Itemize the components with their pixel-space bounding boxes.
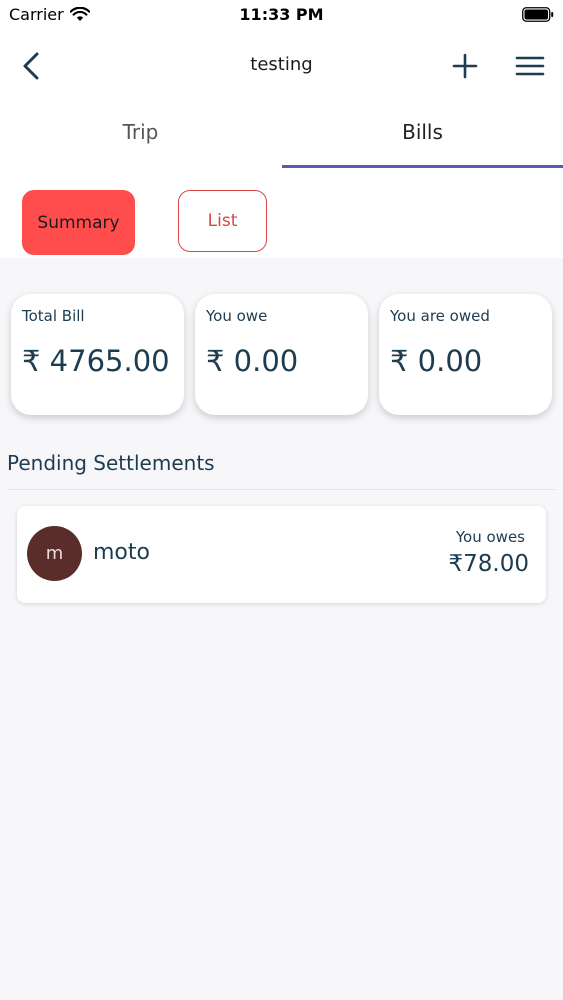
section-divider: [7, 489, 556, 490]
plus-icon[interactable]: [452, 53, 478, 79]
page-title: testing: [250, 54, 313, 75]
section-title: Pending Settlements: [7, 451, 215, 475]
avatar: m: [27, 526, 82, 581]
hamburger-menu-icon[interactable]: [515, 54, 545, 78]
card-amount: ₹ 0.00: [206, 344, 299, 378]
owe-label: You owes: [455, 528, 525, 546]
tab-bills[interactable]: Bills: [282, 120, 563, 168]
tab-trip[interactable]: Trip: [0, 120, 281, 168]
status-time: 11:33 PM: [239, 5, 324, 24]
total-bill-card: Total Bill ₹ 4765.00: [11, 294, 184, 415]
list-button[interactable]: List: [178, 190, 267, 252]
you-are-owed-card: You are owed ₹ 0.00: [379, 294, 552, 415]
owe-amount: ₹78.00: [448, 551, 529, 577]
tab-indicator: [282, 165, 563, 168]
card-label: You owe: [206, 307, 268, 325]
settlement-row[interactable]: m moto You owes ₹78.00: [17, 506, 546, 603]
you-owe-card: You owe ₹ 0.00: [195, 294, 368, 415]
battery-icon: [522, 7, 554, 22]
card-amount: ₹ 0.00: [390, 344, 483, 378]
person-name: moto: [93, 540, 150, 565]
status-bar: Carrier 11:33 PM: [0, 0, 563, 30]
card-label: You are owed: [390, 307, 490, 325]
summary-button[interactable]: Summary: [22, 190, 135, 255]
card-amount: ₹ 4765.00: [22, 344, 170, 378]
card-label: Total Bill: [22, 307, 85, 325]
